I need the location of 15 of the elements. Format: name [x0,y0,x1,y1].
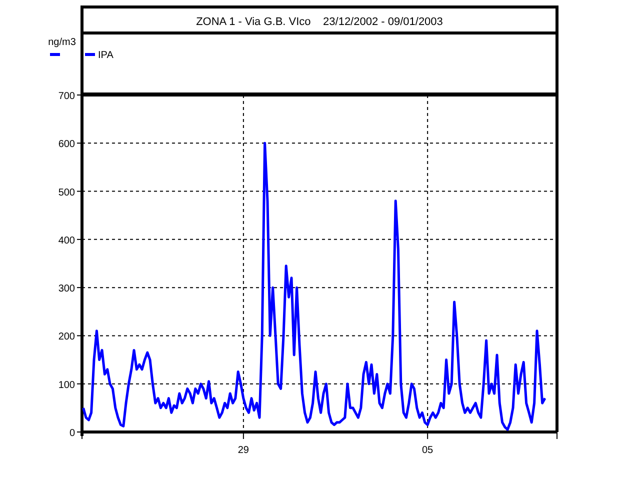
y-tick-label: 500 [58,187,75,198]
unit-label: ng/m3 [48,37,76,48]
x-tick-label: 29 [238,445,249,456]
y-tick-label: 100 [58,380,75,391]
y-tick-label: 0 [69,428,75,439]
chart-title: ZONA 1 - Via G.B. VIco 23/12/2002 - 09/01/2003 [196,16,443,28]
legend-label: IPA [98,50,114,61]
y-tick-label: 300 [58,284,75,295]
legend-swatch-icon [85,53,95,56]
y-tick-label: 200 [58,332,75,343]
y-tick-label: 400 [58,235,75,246]
unit-swatch-icon [50,53,60,56]
x-tick-label: 05 [422,445,434,456]
y-tick-label: 700 [58,91,75,102]
y-tick-label: 600 [58,139,75,150]
